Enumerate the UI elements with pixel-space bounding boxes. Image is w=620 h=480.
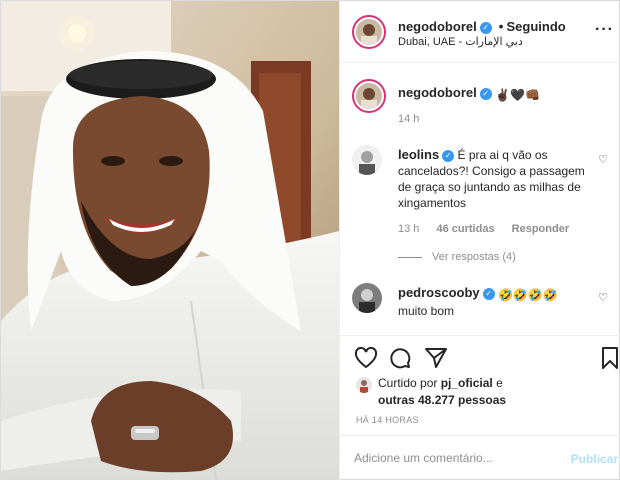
caption-time[interactable]: 14 h: [398, 113, 419, 125]
author-username[interactable]: negodoborel: [398, 19, 477, 34]
comment-avatar-leolins[interactable]: [352, 145, 382, 175]
reply-button[interactable]: Responder: [512, 223, 569, 235]
verified-badge-icon: ✓: [479, 88, 492, 100]
caption-avatar[interactable]: [352, 79, 386, 113]
heart-icon[interactable]: [354, 346, 378, 370]
author-avatar[interactable]: [352, 15, 386, 49]
post-photo[interactable]: [1, 1, 339, 480]
publish-button[interactable]: Publicar: [571, 452, 618, 466]
post-details-panel: negodoborel ✓ • Seguindo Dubai, UAE - دبي …: [339, 1, 620, 480]
author-line: negodoborel ✓ • Seguindo: [398, 18, 566, 34]
comment-heart-icon[interactable]: ♡: [598, 291, 608, 304]
comment-body: muito bom: [398, 304, 455, 318]
comment-avatar-pedroscooby[interactable]: [352, 283, 382, 313]
comment-icon[interactable]: [388, 346, 412, 370]
caption-text: negodoborel ✓ ✌🏿🖤👊🏾: [398, 85, 590, 103]
comment-username[interactable]: pedroscooby: [398, 285, 480, 300]
comment-emojis: 🤣🤣🤣🤣: [497, 288, 558, 302]
likes-summary: Curtido por pj_oficial e outras 48.277 p…: [356, 375, 616, 409]
comment-time[interactable]: 13 h: [398, 223, 419, 235]
comments-section[interactable]: negodoborel ✓ ✌🏿🖤👊🏾 14 h leolins ✓ É pra a…: [340, 63, 620, 335]
comment-likes[interactable]: 46 curtidas: [436, 223, 494, 235]
liked-by-others[interactable]: outras 48.277 pessoas: [378, 393, 506, 407]
liked-by-prefix: Curtido por: [378, 376, 438, 390]
bookmark-icon[interactable]: [598, 346, 620, 370]
replies-divider: [398, 256, 422, 258]
selfie-image: [1, 1, 339, 480]
add-comment-bar: Publicar: [340, 435, 620, 480]
liked-by-suffix: e: [496, 376, 503, 390]
verified-badge-icon: ✓: [442, 150, 455, 162]
post-location[interactable]: Dubai, UAE - دبي الإمارات: [398, 35, 523, 48]
comment-text-pedroscooby: pedroscooby ✓ 🤣🤣🤣🤣 muito bom: [398, 285, 590, 319]
comment-input[interactable]: [354, 451, 554, 465]
liker-avatar[interactable]: [356, 377, 372, 393]
liked-by-user[interactable]: pj_oficial: [441, 376, 493, 390]
view-replies-button[interactable]: Ver respostas (4): [398, 251, 516, 263]
caption-emojis: ✌🏿🖤👊🏾: [495, 88, 540, 102]
comment-heart-icon[interactable]: ♡: [598, 153, 608, 166]
ellipsis-icon[interactable]: ···: [595, 21, 614, 39]
post-timestamp[interactable]: HÁ 14 HORAS: [356, 415, 419, 425]
view-replies-label: Ver respostas (4): [432, 251, 516, 263]
comment-text-leolins: leolins ✓ É pra ai q vão os cancelados?! …: [398, 147, 590, 211]
caption-username[interactable]: negodoborel: [398, 85, 477, 100]
verified-badge-icon: ✓: [479, 22, 492, 34]
verified-badge-icon: ✓: [482, 288, 495, 300]
post-actions-bar: [340, 335, 620, 379]
instagram-post-view: negodoborel ✓ • Seguindo Dubai, UAE - دبي …: [0, 0, 620, 480]
follow-separator: •: [498, 18, 504, 34]
following-button[interactable]: Seguindo: [507, 19, 566, 34]
comment-username[interactable]: leolins: [398, 147, 439, 162]
caption-meta: 14 h: [398, 113, 433, 125]
comment-meta: 13 h 46 curtidas Responder: [398, 223, 583, 235]
paper-plane-icon[interactable]: [424, 346, 448, 370]
post-header: negodoborel ✓ • Seguindo Dubai, UAE - دبي …: [340, 1, 620, 63]
